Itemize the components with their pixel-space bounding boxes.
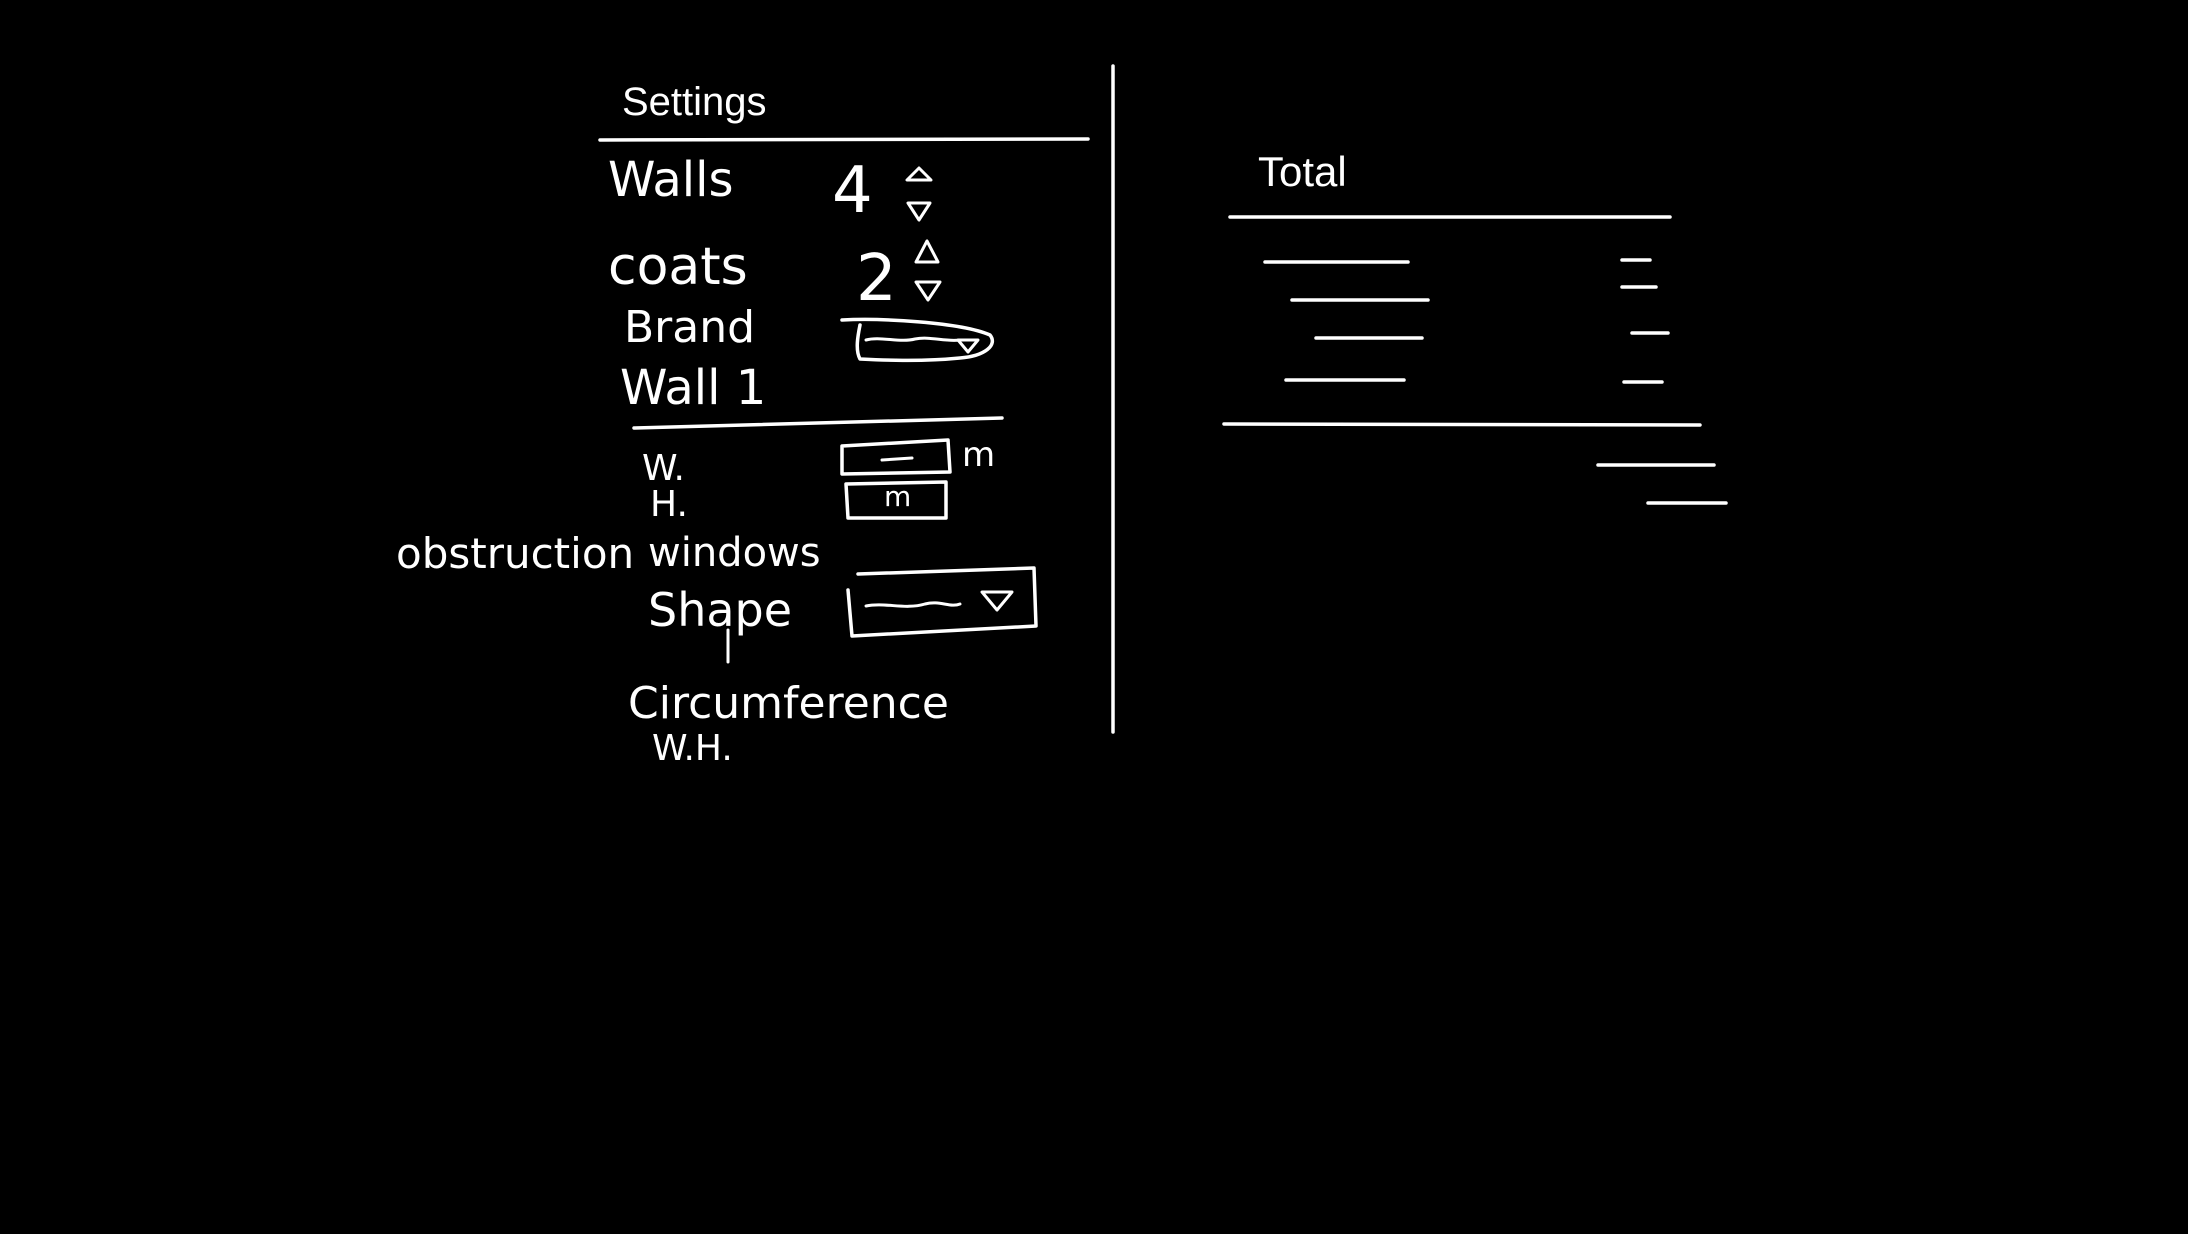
coats-value: 2 (856, 242, 897, 316)
settings-title-underline (598, 137, 1090, 142)
shape-dropdown-chevron-icon[interactable] (980, 590, 1014, 612)
obstruction-label: obstruction (396, 529, 634, 578)
settings-panel: Settings Walls 4 coats 2 Brand Wall 1 W. (396, 80, 1090, 769)
walls-label: Walls (608, 152, 733, 208)
coats-decrement-icon[interactable] (914, 280, 942, 302)
walls-increment-icon[interactable] (905, 166, 933, 182)
settings-title: Settings (622, 80, 767, 124)
width-input[interactable] (840, 438, 952, 476)
total-line-item (1263, 258, 1652, 264)
brand-select[interactable] (840, 317, 994, 363)
walls-value: 4 (832, 154, 873, 228)
wall-section-label: Wall 1 (620, 360, 766, 416)
height-label: H. (650, 484, 688, 525)
brand-label: Brand (624, 302, 755, 353)
width-label: W. (642, 448, 685, 489)
shape-label: Shape (648, 583, 792, 637)
circumference-label: Circumference (628, 678, 949, 729)
brand-dropdown-chevron-icon[interactable] (956, 338, 980, 354)
coats-increment-icon[interactable] (914, 239, 940, 264)
width-unit: m (962, 435, 995, 475)
walls-decrement-icon[interactable] (906, 201, 932, 222)
total-sum-divider (1222, 422, 1702, 427)
coats-stepper[interactable] (914, 239, 942, 302)
total-title: Total (1258, 148, 1347, 195)
wireframe-sketch: Settings Walls 4 coats 2 Brand Wall 1 W. (396, 64, 1728, 769)
walls-stepper[interactable] (905, 166, 933, 222)
total-panel: Total (1222, 148, 1728, 505)
total-line-item (1314, 331, 1670, 340)
total-line-item (1290, 285, 1658, 302)
shape-select[interactable] (846, 566, 1038, 638)
height-unit: m (884, 480, 911, 513)
wall-section-underline (632, 416, 1004, 430)
coats-label: coats (608, 237, 748, 297)
windows-label: windows (648, 530, 821, 576)
total-line-item (1284, 378, 1664, 384)
wh-label: W.H. (652, 728, 733, 769)
